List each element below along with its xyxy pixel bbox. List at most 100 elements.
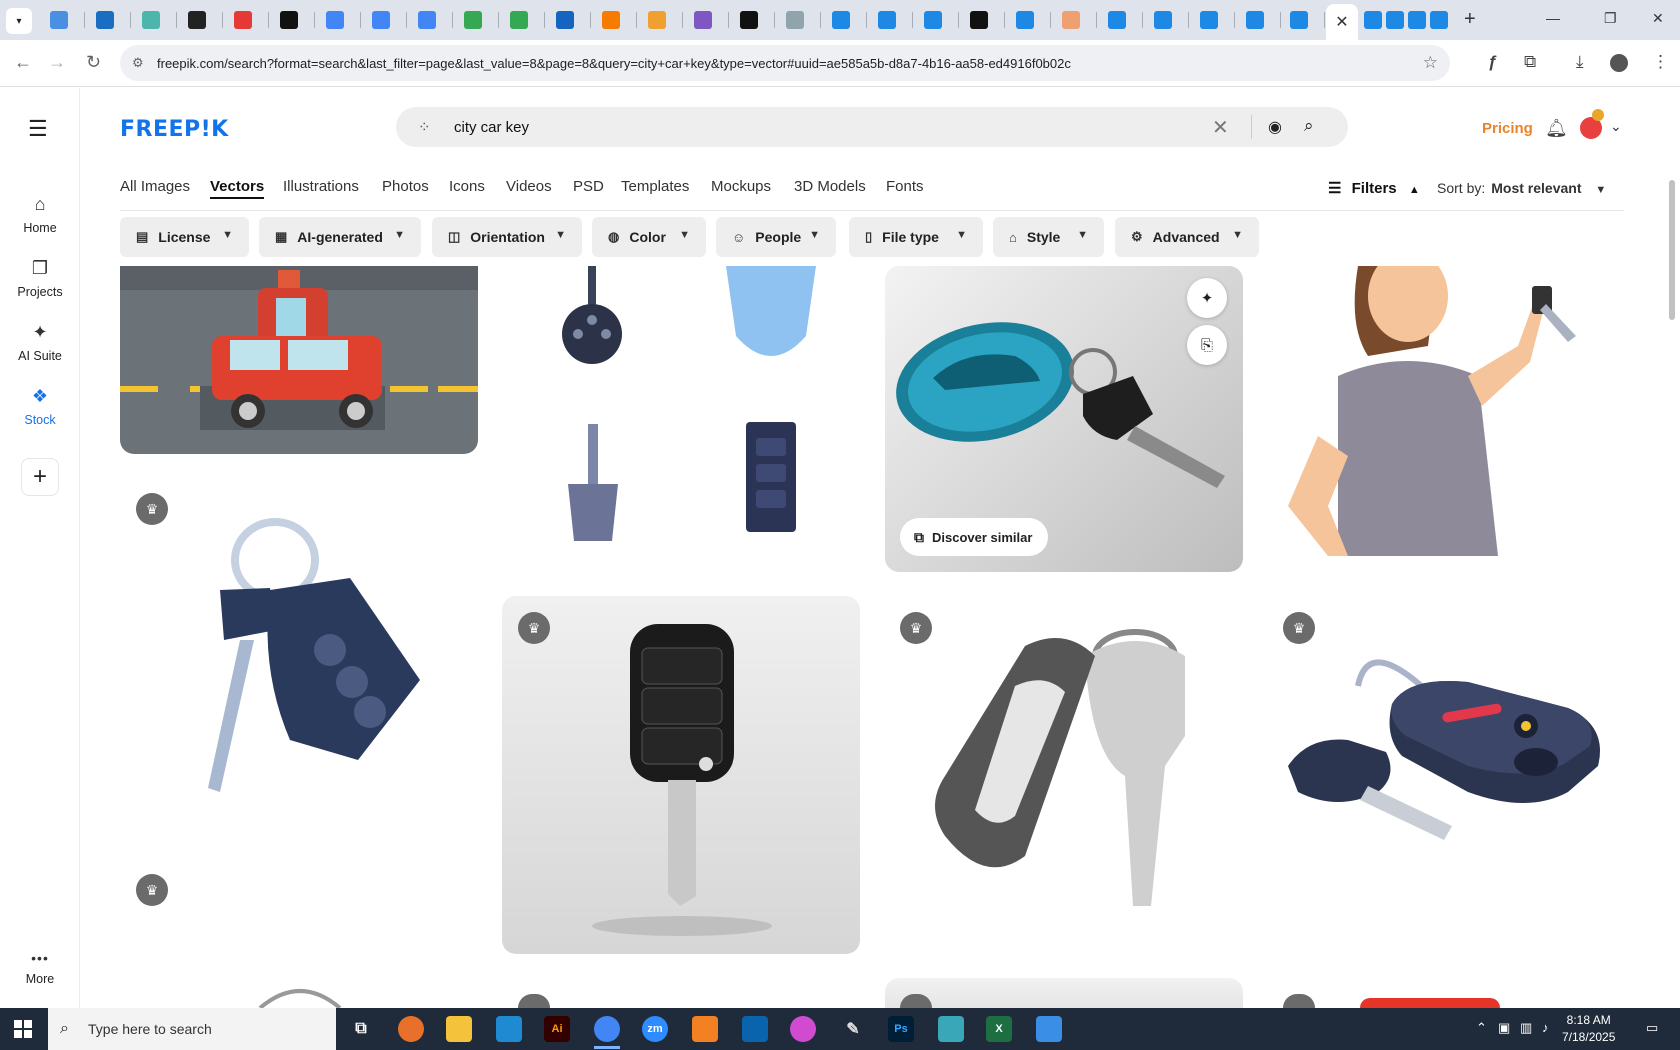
tab-videos[interactable]: Videos — [506, 178, 552, 195]
tab-favicon[interactable] — [924, 11, 942, 29]
result-card-partial-3[interactable] — [885, 978, 1243, 1008]
tab-mockups[interactable]: Mockups — [711, 178, 771, 195]
taskbar-search-input[interactable]: Type here to search — [88, 1021, 212, 1037]
search-bar[interactable]: ⁘ city car key ✕ ◉ ⌕ — [396, 107, 1348, 147]
volume-icon[interactable]: ♪ — [1542, 1020, 1549, 1035]
file-explorer-icon[interactable] — [446, 1016, 472, 1042]
tab-favicon[interactable] — [1290, 11, 1308, 29]
result-card-isometric-keyfob[interactable] — [1268, 596, 1626, 886]
paint-icon[interactable] — [1036, 1016, 1062, 1042]
network-icon[interactable]: ▥ — [1520, 1020, 1532, 1036]
forward-icon[interactable]: → — [48, 52, 66, 73]
result-card-gray-keychain[interactable] — [885, 596, 1243, 936]
notification-center-icon[interactable]: ▭ — [1646, 1020, 1658, 1036]
app-icon[interactable] — [938, 1016, 964, 1042]
tab-psd[interactable]: PSD — [573, 178, 604, 195]
outlook-icon[interactable] — [742, 1016, 768, 1042]
address-bar[interactable]: ⚙ freepik.com/search?format=search&last_… — [120, 45, 1450, 81]
tab-illustrations[interactable]: Illustrations — [283, 178, 359, 195]
creative-cloud-icon[interactable] — [790, 1016, 816, 1042]
ai-search-icon[interactable]: ⁘ — [418, 118, 431, 136]
sort-dropdown[interactable]: Sort by: Most relevant ▼ — [1437, 180, 1606, 196]
clear-search-icon[interactable]: ✕ — [1212, 115, 1229, 140]
tab-favicon[interactable] — [1386, 11, 1404, 29]
hamburger-menu-icon[interactable]: ☰ — [28, 116, 48, 142]
result-card-navy-keyfob[interactable] — [120, 490, 478, 910]
tab-favicon[interactable] — [50, 11, 68, 29]
tab-favicon[interactable] — [970, 11, 988, 29]
download-icon[interactable]: ⤓ — [1576, 52, 1584, 72]
result-card-red-car[interactable] — [120, 266, 478, 454]
add-to-collection-icon[interactable]: ⎘ — [1187, 325, 1227, 365]
chip-ai-generated[interactable]: ▦ AI-generated ▼ — [259, 217, 421, 257]
freepik-logo[interactable]: FREEP!K — [120, 117, 229, 142]
chip-orientation[interactable]: ◫ Orientation ▼ — [432, 217, 582, 257]
tab-fonts[interactable]: Fonts — [886, 178, 924, 195]
extension-f-icon[interactable]: ƒ — [1488, 52, 1497, 72]
tab-favicon[interactable] — [740, 11, 758, 29]
tab-templates[interactable]: Templates — [621, 178, 689, 195]
back-icon[interactable]: ← — [14, 52, 32, 73]
chip-advanced[interactable]: ⚙ Advanced ▼ — [1115, 217, 1259, 257]
rail-item-projects[interactable]: ❐ Projects — [0, 258, 80, 299]
tab-favicon[interactable] — [234, 11, 252, 29]
tab-favicon[interactable] — [464, 11, 482, 29]
result-card-flip-key[interactable] — [502, 596, 860, 954]
rail-item-home[interactable]: ⌂ Home — [0, 194, 80, 235]
tab-vectors[interactable]: Vectors — [210, 178, 264, 195]
tab-search-button[interactable]: ▾ — [6, 8, 32, 34]
chevron-down-icon[interactable]: ⌄ — [1610, 118, 1622, 135]
close-window-icon[interactable]: ✕ — [1652, 10, 1664, 27]
tray-chevron-icon[interactable]: ⌃ — [1476, 1020, 1487, 1036]
tab-favicon[interactable] — [1154, 11, 1172, 29]
tab-favicon[interactable] — [878, 11, 896, 29]
discover-similar-button[interactable]: ⧉ Discover similar — [900, 518, 1049, 556]
camera-search-icon[interactable]: ◉ — [1268, 117, 1282, 137]
windows-start-icon[interactable] — [14, 1020, 32, 1038]
tray-app-icon[interactable]: ▣ — [1498, 1020, 1510, 1036]
tab-favicon[interactable] — [1364, 11, 1382, 29]
reload-icon[interactable]: ↻ — [86, 52, 101, 73]
tab-favicon[interactable] — [556, 11, 574, 29]
illustrator-icon[interactable]: Ai — [544, 1016, 570, 1042]
tab-favicon[interactable] — [1062, 11, 1080, 29]
tab-3d-models[interactable]: 3D Models — [794, 178, 866, 195]
result-card-woman-key[interactable] — [1268, 266, 1626, 556]
chip-people[interactable]: ☺ People ▼ — [716, 217, 836, 257]
tab-favicon[interactable] — [1016, 11, 1034, 29]
url-text[interactable]: freepik.com/search?format=search&last_fi… — [157, 56, 1071, 71]
profile-avatar[interactable] — [1610, 54, 1628, 72]
tab-favicon[interactable] — [188, 11, 206, 29]
pen-tool-icon[interactable]: ✎ — [840, 1016, 866, 1042]
tab-favicon[interactable] — [510, 11, 528, 29]
tab-favicon[interactable] — [96, 11, 114, 29]
search-icon[interactable]: ⌕ — [1304, 116, 1314, 136]
scrollbar-thumb[interactable] — [1669, 180, 1675, 320]
chip-file-type[interactable]: ▯ File type ▼ — [849, 217, 983, 257]
browser-menu-icon[interactable]: ⋮ — [1652, 52, 1669, 72]
taskbar-clock[interactable]: 8:18 AM 7/18/2025 — [1562, 1012, 1615, 1046]
tab-favicon[interactable] — [1200, 11, 1218, 29]
result-card-partial-1[interactable] — [250, 984, 350, 1008]
bookmark-star-icon[interactable]: ☆ — [1423, 53, 1438, 73]
rail-item-ai-suite[interactable]: ✦ AI Suite — [0, 322, 80, 363]
chrome-icon[interactable] — [594, 1016, 620, 1042]
minimize-icon[interactable]: — — [1546, 10, 1560, 26]
tab-favicon[interactable] — [648, 11, 666, 29]
filters-toggle[interactable]: ☰ Filters ▲ — [1328, 179, 1420, 197]
photoshop-icon[interactable]: Ps — [888, 1016, 914, 1042]
ai-variations-icon[interactable]: ✦ — [1187, 278, 1227, 318]
vscode-icon[interactable] — [496, 1016, 522, 1042]
tab-favicon[interactable] — [280, 11, 298, 29]
chip-license[interactable]: ▤ License ▼ — [120, 217, 249, 257]
extensions-puzzle-icon[interactable]: ⧉ — [1524, 52, 1536, 72]
restore-icon[interactable]: ❐ — [1604, 10, 1617, 27]
zoom-icon[interactable]: zm — [642, 1016, 668, 1042]
chip-color[interactable]: ◍ Color ▼ — [592, 217, 706, 257]
tab-favicon[interactable] — [1108, 11, 1126, 29]
tab-photos[interactable]: Photos — [382, 178, 429, 195]
tab-favicon[interactable] — [786, 11, 804, 29]
tab-all-images[interactable]: All Images — [120, 178, 190, 195]
pricing-link[interactable]: Pricing — [1482, 120, 1533, 137]
rail-add-button[interactable]: + — [0, 458, 80, 496]
